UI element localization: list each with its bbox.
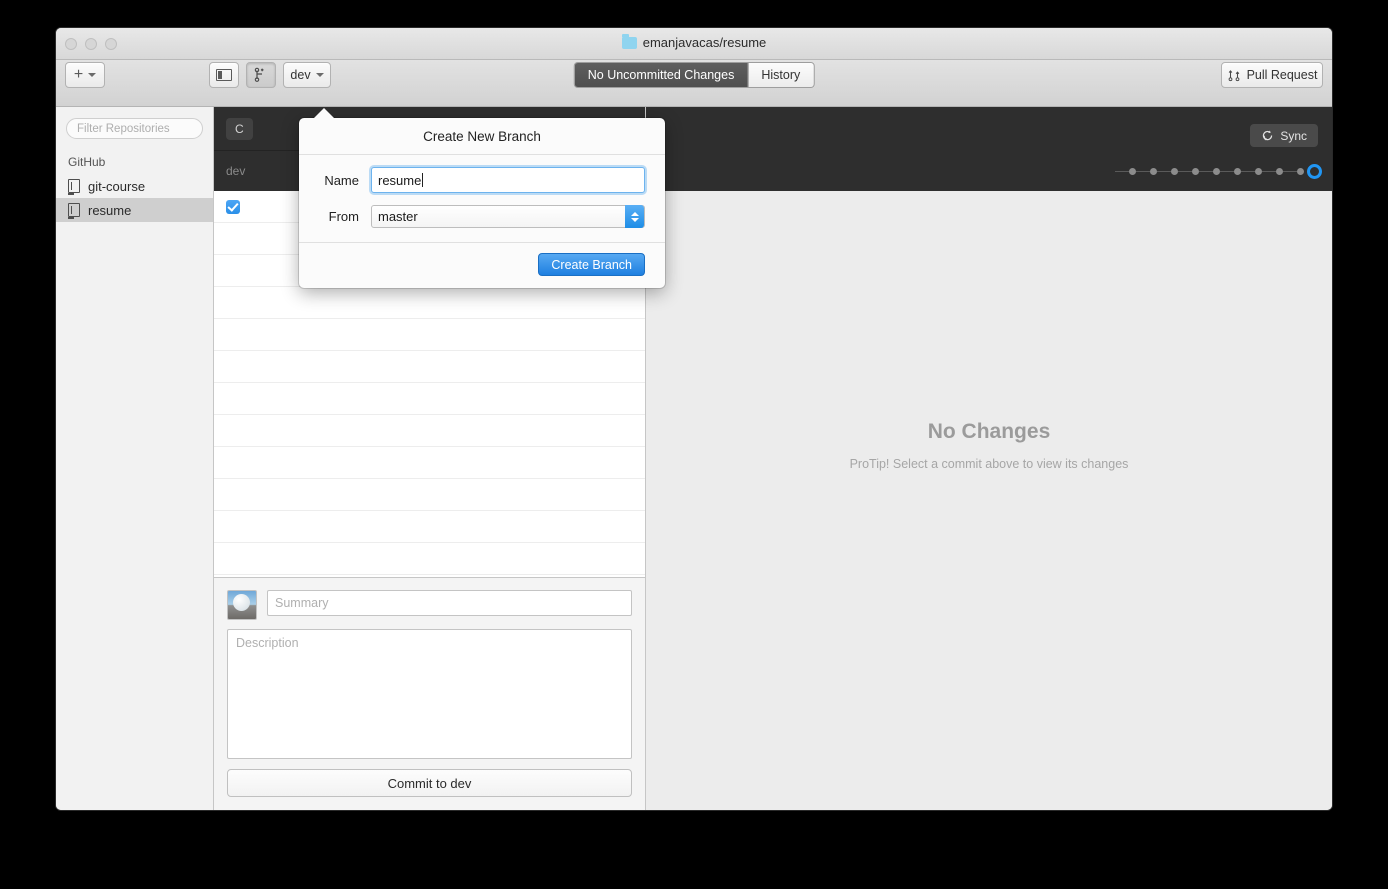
graph-commit-dot[interactable] (1171, 168, 1178, 175)
create-branch-icon (254, 67, 264, 82)
table-row[interactable] (214, 351, 645, 383)
graph-commit-dot[interactable] (1276, 168, 1283, 175)
repository-icon (68, 203, 80, 219)
graph-commit-dot[interactable] (1129, 168, 1136, 175)
table-row[interactable] (214, 415, 645, 447)
commit-button[interactable]: Commit to dev (227, 769, 632, 797)
main-body: Filter Repositories GitHub git-course re… (56, 107, 1332, 810)
repository-icon (68, 179, 80, 195)
graph-edge (1136, 171, 1150, 172)
sidebar-item-resume[interactable]: resume (56, 198, 213, 222)
table-row[interactable] (214, 287, 645, 319)
tab-changes[interactable]: No Uncommitted Changes (574, 63, 748, 87)
branch-name-field-row: Name resume (319, 167, 645, 193)
window-title: emanjavacas/resume (56, 33, 1332, 50)
popover-body: Name resume From master (299, 155, 665, 242)
empty-state-subtitle: ProTip! Select a commit above to view it… (849, 457, 1129, 471)
graph-edge (1241, 171, 1255, 172)
repository-sidebar: Filter Repositories GitHub git-course re… (56, 107, 214, 810)
table-row[interactable] (214, 383, 645, 415)
commit-graph-bar: Sync (646, 107, 1332, 191)
graph-commit-dot[interactable] (1234, 168, 1241, 175)
commit-summary-row: Summary (227, 590, 632, 620)
graph-edge (1178, 171, 1192, 172)
changes-header-pill[interactable]: C (226, 117, 253, 140)
stepper-icon[interactable] (625, 205, 644, 228)
table-row[interactable] (214, 511, 645, 543)
pull-request-label: Pull Request (1246, 68, 1318, 82)
create-branch-popover: Create New Branch Name resume From maste… (299, 108, 665, 288)
graph-commit-dot[interactable] (1255, 168, 1262, 175)
create-branch-confirm-button[interactable]: Create Branch (538, 253, 645, 276)
sync-button[interactable]: Sync (1250, 124, 1318, 147)
commit-description-input[interactable]: Description (227, 629, 632, 759)
graph-edge (1262, 171, 1276, 172)
graph-commit-dot[interactable] (1150, 168, 1157, 175)
view-mode-segmented-control[interactable]: No Uncommitted Changes History (573, 62, 815, 88)
sidebar-item-label: resume (88, 202, 132, 218)
chevron-up-icon (630, 211, 639, 216)
graph-commit-dot[interactable] (1192, 168, 1199, 175)
chevron-down-icon (88, 73, 97, 77)
title-bar: emanjavacas/resume (56, 28, 1332, 60)
create-branch-button[interactable] (246, 62, 276, 88)
detail-panel: Sync No Changes ProTip! Select a commit … (646, 107, 1332, 810)
chevron-down-icon (315, 73, 324, 77)
table-row[interactable] (214, 319, 645, 351)
table-row[interactable] (214, 447, 645, 479)
current-branch-label: dev (226, 164, 246, 178)
chevron-down-icon (630, 217, 639, 222)
empty-state: No Changes ProTip! Select a commit above… (646, 191, 1332, 810)
filter-repositories-input[interactable]: Filter Repositories (66, 118, 203, 139)
branch-name-label: Name (324, 172, 359, 188)
branch-from-field-row: From master (319, 205, 645, 228)
app-window: emanjavacas/resume + dev No Uncommitted … (56, 28, 1332, 810)
table-row[interactable] (214, 543, 645, 575)
branch-from-select[interactable]: master (371, 205, 645, 228)
graph-edge (1199, 171, 1213, 172)
commit-form: Summary Description Commit to dev (214, 578, 645, 810)
sidebar-toggle-icon (216, 69, 232, 81)
user-avatar (227, 590, 257, 620)
commit-graph[interactable] (1115, 164, 1322, 179)
add-repository-button[interactable]: + (65, 62, 105, 88)
graph-commit-dot[interactable] (1297, 168, 1304, 175)
branch-selector-label: dev (290, 68, 311, 82)
sync-label: Sync (1280, 128, 1307, 143)
pull-request-button[interactable]: Pull Request (1221, 62, 1323, 88)
branch-name-input[interactable]: resume (371, 167, 645, 193)
file-checkbox[interactable] (226, 199, 240, 214)
commit-summary-input[interactable]: Summary (267, 590, 632, 616)
graph-edge (1115, 171, 1129, 172)
graph-edge (1220, 171, 1234, 172)
refresh-icon (1263, 130, 1273, 141)
graph-edge (1157, 171, 1171, 172)
graph-edge (1283, 171, 1297, 172)
plus-icon: + (73, 66, 84, 83)
graph-commit-dot[interactable] (1213, 168, 1220, 175)
branch-from-label: From (328, 209, 359, 224)
pull-request-icon (1228, 70, 1239, 82)
table-row[interactable] (214, 479, 645, 511)
empty-state-title: No Changes (927, 420, 1051, 443)
branch-selector-button[interactable]: dev (283, 62, 331, 88)
branch-from-value: master (378, 209, 418, 224)
folder-icon (621, 33, 637, 49)
sidebar-item-git-course[interactable]: git-course (56, 174, 213, 198)
sidebar-group-github: GitHub (68, 155, 106, 169)
tab-history[interactable]: History (747, 63, 814, 87)
sidebar-toggle-button[interactable] (209, 62, 239, 88)
graph-head-node[interactable] (1307, 164, 1322, 179)
sidebar-item-label: git-course (88, 178, 146, 194)
popover-footer: Create Branch (299, 242, 665, 288)
window-title-text: emanjavacas/resume (642, 35, 767, 50)
branch-name-value: resume (378, 172, 422, 188)
popover-title: Create New Branch (299, 118, 665, 155)
text-caret (422, 173, 424, 187)
toolbar: + dev No Uncommitted Changes History Pul… (56, 60, 1332, 107)
